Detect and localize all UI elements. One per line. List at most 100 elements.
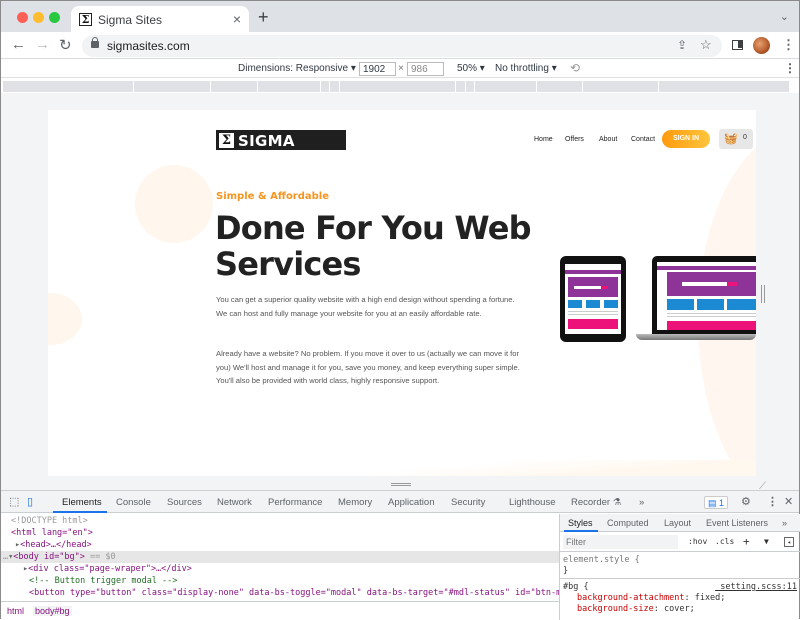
media-query-segment[interactable] [659,81,789,92]
zoom-dropdown[interactable]: 50% ▾ [457,63,485,74]
url-text[interactable]: sigmasites.com [107,39,190,53]
dom-line[interactable]: <button type="button" class="display-non… [1,587,559,599]
tab-performance[interactable]: Performance [268,497,322,508]
media-query-segment[interactable] [330,81,339,92]
nav-contact[interactable]: Contact [631,136,655,143]
styles-filter-input[interactable] [563,535,678,549]
media-query-segment[interactable] [466,81,474,92]
browser-toolbar: ← → ↻ sigmasites.com ⇪ ☆ ⋮ [1,32,799,59]
media-query-segment[interactable] [583,81,658,92]
basket-icon: 🧺 [724,133,738,145]
class-toggle-button[interactable]: .cls [715,537,734,546]
new-tab-button[interactable]: + [258,7,269,28]
cart-count: 0 [743,134,747,141]
tab-elements[interactable]: Elements [62,497,102,508]
media-query-segment[interactable] [134,81,210,92]
dom-line[interactable]: ▸<head>…</head> [1,539,559,551]
nav-about[interactable]: About [599,136,617,143]
bg-rule-selector[interactable]: #bg { [563,582,589,593]
css-declaration[interactable]: background-size: cover; [577,604,695,615]
tab-memory[interactable]: Memory [338,497,372,508]
device-toggle-icon[interactable]: ▯ [27,495,33,508]
nav-offers[interactable]: Offers [565,136,584,143]
tab-sources[interactable]: Sources [167,497,202,508]
device-toolbar-more-icon[interactable]: ⋮ [784,61,796,75]
browser-menu-icon[interactable]: ⋮ [782,37,795,53]
dom-line[interactable]: ▸<div class="page-wraper">…</div> [1,563,559,575]
more-tabs-button[interactable]: » [639,497,644,508]
element-style-rule[interactable]: element.style { [563,555,640,566]
tab-search-chevron-icon[interactable]: ⌄ [780,10,789,23]
issues-badge[interactable]: ▤ 1 [704,496,728,509]
tab-styles[interactable]: Styles [568,518,593,528]
tab-event-listeners[interactable]: Event Listeners [706,518,768,528]
bookmark-star-icon[interactable]: ☆ [700,37,712,53]
minimize-window-button[interactable] [33,12,44,23]
media-query-bar[interactable] [3,81,797,92]
tab-console[interactable]: Console [116,497,151,508]
tab-network[interactable]: Network [217,497,252,508]
media-query-segment[interactable] [340,81,455,92]
back-button[interactable]: ← [11,36,26,53]
styles-more-tabs[interactable]: » [782,518,787,528]
div-tag: <div class="page-wraper">…</div> [28,564,192,574]
side-panel-icon[interactable] [732,40,743,50]
settings-gear-icon[interactable]: ⚙ [741,495,751,508]
resize-handle-vertical[interactable] [761,285,765,303]
cart-button[interactable]: 🧺 0 [719,129,753,149]
css-declaration[interactable]: background-attachment: fixed; [577,593,725,604]
tab-lighthouse[interactable]: Lighthouse [509,497,555,508]
styles-filter-row: :hov .cls + ▼ ◂ [560,533,800,552]
media-query-segment[interactable] [456,81,465,92]
maximize-window-button[interactable] [49,12,60,23]
address-bar[interactable]: sigmasites.com ⇪ ☆ [82,35,722,57]
dom-line[interactable]: <!-- Button trigger modal --> [1,575,559,587]
nav-home[interactable]: Home [534,136,553,143]
dom-line-selected[interactable]: …▾<body id="bg"> == $0 [1,551,559,563]
forward-button[interactable]: → [35,36,50,53]
dimensions-dropdown[interactable]: Dimensions: Responsive ▾ [238,63,356,74]
throttling-dropdown[interactable]: No throttling ▾ [495,63,557,74]
reload-button[interactable]: ↻ [59,36,72,54]
media-query-segment[interactable] [537,81,582,92]
media-query-segment[interactable] [211,81,257,92]
resize-handle-horizontal[interactable] [391,483,411,486]
browser-window: Σ Sigma Sites × + ⌄ ← → ↻ sigmasites.com… [0,0,800,620]
breadcrumb-body[interactable]: body#bg [33,606,72,616]
toggle-sidebar-icon[interactable]: ◂ [784,537,794,547]
media-query-segment[interactable] [475,81,536,92]
dom-line[interactable]: <html lang="en"> [1,527,559,539]
breadcrumb-html[interactable]: html [7,606,24,616]
devtools-menu-icon[interactable]: ⋮ [767,495,778,508]
close-window-button[interactable] [17,12,28,23]
tab-title: Sigma Sites [98,13,163,27]
close-devtools-icon[interactable]: ✕ [784,495,793,508]
hover-state-button[interactable]: :hov [688,537,707,546]
media-query-segment[interactable] [258,81,320,92]
tab-layout[interactable]: Layout [664,518,691,528]
new-rule-button[interactable]: + [743,535,750,548]
site-logo[interactable]: Σ SIGMA SITES [216,130,346,168]
source-link[interactable]: _setting.scss:11 [715,582,797,592]
css-property: background-attachment [577,593,685,603]
sign-in-button[interactable]: SIGN IN [662,130,710,148]
devtools-tabbar: ⬚ ▯ Elements Console Sources Network Per… [1,491,799,513]
media-query-segment[interactable] [321,81,329,92]
inspect-element-icon[interactable]: ⬚ [9,495,19,508]
emulated-page: Σ SIGMA SITES Home Offers About Contact … [48,110,756,476]
profile-avatar[interactable] [753,37,770,54]
active-tab-indicator [53,511,107,513]
rotate-icon[interactable]: ⟲ [570,61,580,75]
tab-recorder[interactable]: Recorder ⚗ [571,497,621,508]
close-tab-icon[interactable]: × [233,11,241,27]
tab-security[interactable]: Security [451,497,485,508]
paint-icon[interactable]: ▼ [764,537,769,546]
dom-line[interactable]: <!DOCTYPE html> [1,515,559,527]
viewport-height-input[interactable] [407,62,444,76]
tab-sigma-sites[interactable]: Σ Sigma Sites × [71,6,249,33]
tab-computed[interactable]: Computed [607,518,649,528]
media-query-segment[interactable] [3,81,133,92]
viewport-width-input[interactable] [359,62,396,76]
share-icon[interactable]: ⇪ [677,38,687,52]
tab-application[interactable]: Application [388,497,434,508]
